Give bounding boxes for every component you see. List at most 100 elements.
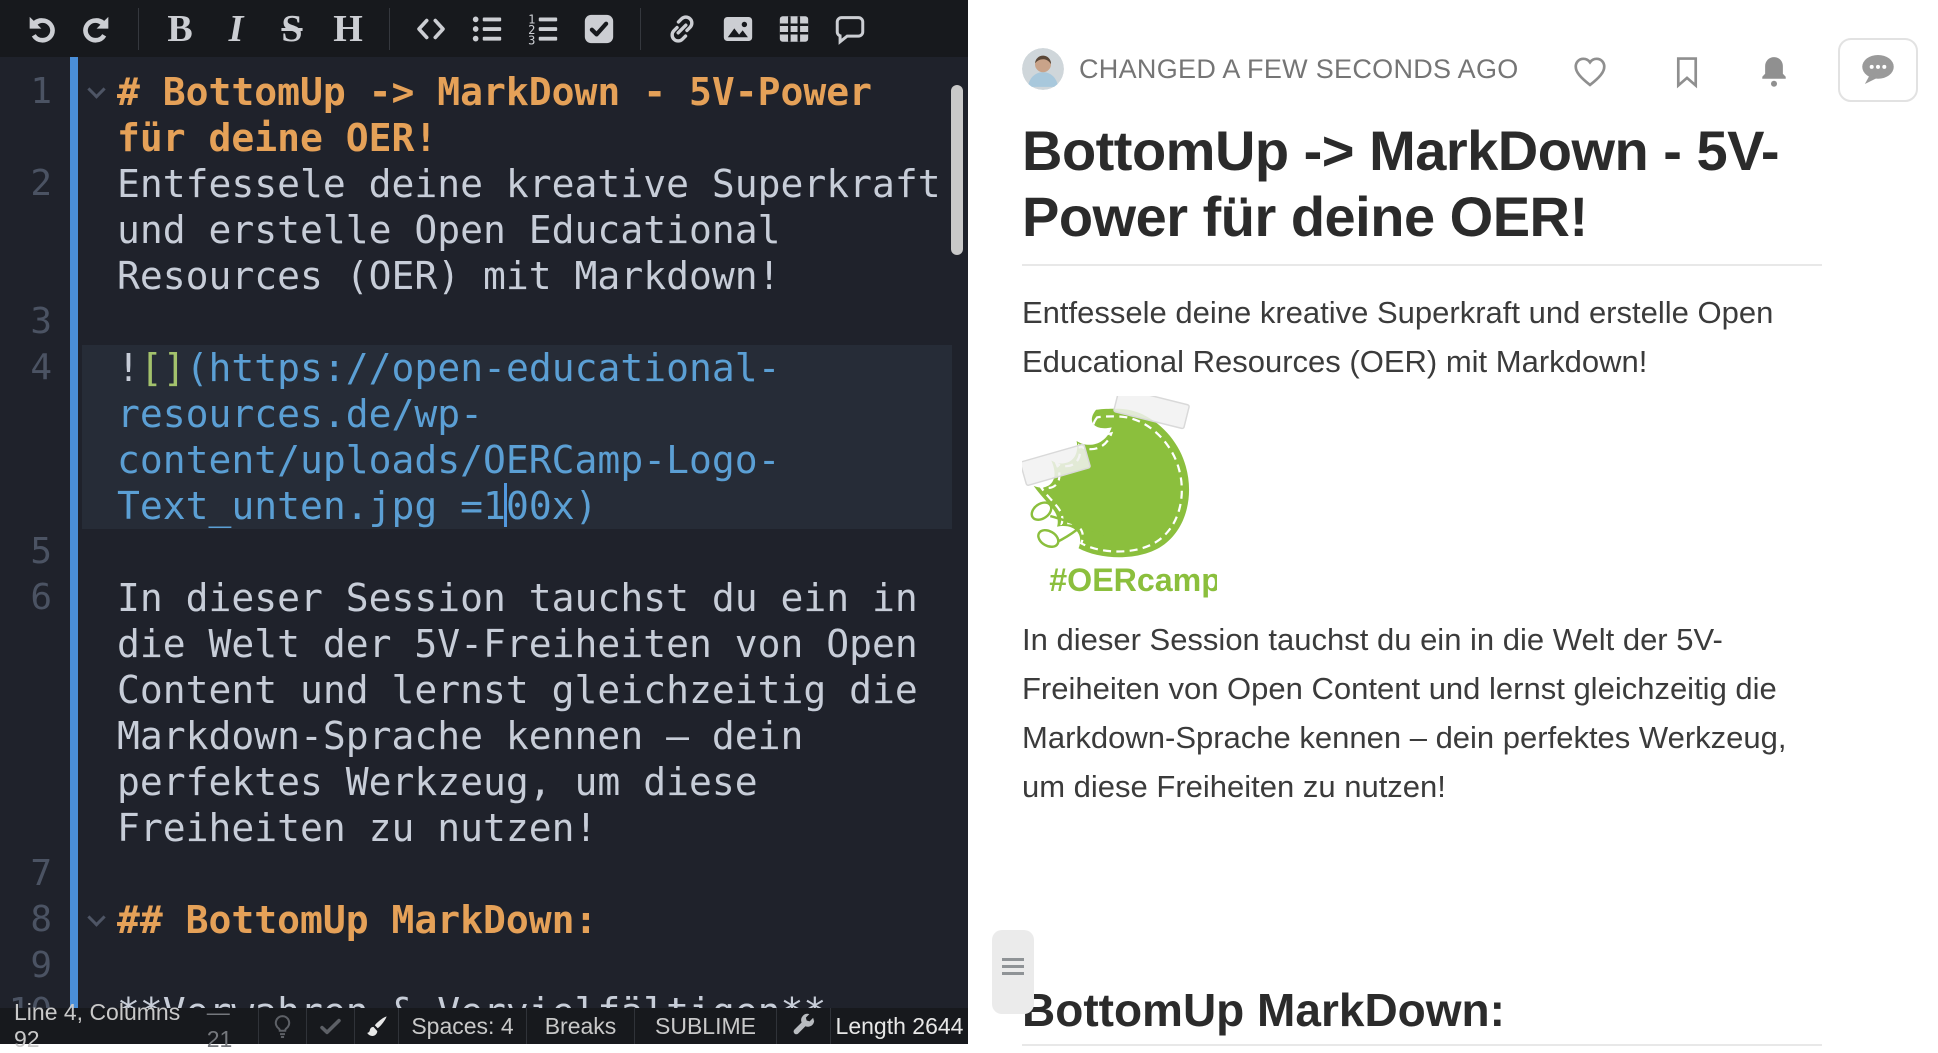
toolbar-group [0, 8, 138, 50]
cursor-position: Line 4, Columns 92— 21 [0, 1008, 258, 1044]
preview-pane: CHANGED A FEW SECONDS AGO BottomUp -> Ma… [968, 0, 1938, 1044]
editor-line-9: 9 [0, 943, 968, 989]
svg-text:3: 3 [528, 33, 535, 45]
line-number: 7 [0, 851, 52, 897]
editor-line-8: 8## BottomUp MarkDown: [0, 897, 968, 943]
code-text[interactable]: ## BottomUp MarkDown: [117, 897, 947, 943]
avatar [1022, 48, 1064, 90]
check-square-icon [582, 12, 616, 46]
pane-resize-handle[interactable] [992, 930, 1034, 1014]
editor-line-3: 3 [0, 299, 968, 345]
lightbulb-icon [269, 1013, 296, 1040]
redo-icon [80, 12, 114, 46]
bookmark-icon [1668, 53, 1706, 91]
redo-button[interactable] [74, 6, 120, 52]
bookmark-button[interactable] [1668, 53, 1706, 91]
heading-button[interactable]: H [325, 6, 371, 52]
logo-caption: #OERcamp [1049, 562, 1217, 598]
linebreak-setting-label: Breaks [545, 1013, 617, 1040]
italic-button[interactable]: I [213, 6, 259, 52]
italic-icon: I [229, 10, 244, 48]
bold-icon: B [167, 10, 192, 48]
preview-header: CHANGED A FEW SECONDS AGO [1022, 48, 1519, 90]
editor-lines: 1 # BottomUp -> MarkDown - 5V-Power für d… [0, 57, 968, 1008]
line-number: 6 [0, 575, 52, 621]
check-icon [317, 1013, 344, 1040]
preview-paragraph-2: In dieser Session tauchst du ein in die … [1022, 615, 1822, 811]
toolbar-group [640, 8, 891, 50]
editor-line-2: 2 Entfessele deine kreative Superkraft un… [0, 161, 968, 299]
check-square-button[interactable] [576, 6, 622, 52]
fold-chevron-icon[interactable] [87, 908, 105, 926]
toolbar-group: BISH [138, 8, 389, 50]
line-number: 3 [0, 299, 52, 345]
editor-line-4: 4![](https://open-educational-resources.… [0, 345, 968, 529]
code-text[interactable]: # BottomUp -> MarkDown - 5V-Power für de… [117, 69, 947, 161]
status-bar: Line 4, Columns 92— 21 Spaces: 4 Breaks SUB… [0, 1008, 968, 1044]
comment-icon [833, 12, 867, 46]
brush-icon [363, 1013, 390, 1040]
night-mode-lightbulb-icon[interactable] [258, 1008, 306, 1044]
table-button[interactable] [771, 6, 817, 52]
editor-scrollbar-thumb[interactable] [951, 85, 963, 255]
link-button[interactable] [659, 6, 705, 52]
code-text[interactable]: ![](https://open-educational-resources.d… [117, 345, 947, 529]
code-text[interactable]: In dieser Session tauchst du ein in die … [117, 575, 947, 851]
image-button[interactable] [715, 6, 761, 52]
doc-length-label: Length 2644 [836, 1013, 964, 1040]
keymap-setting[interactable]: SUBLIME [634, 1008, 776, 1044]
comment-bubble-icon [1857, 49, 1899, 91]
indent-setting[interactable]: Spaces: 4 [398, 1008, 526, 1044]
editor-line-1: 1 # BottomUp -> MarkDown - 5V-Power für d… [0, 69, 968, 161]
strikethrough-icon: S [281, 10, 302, 48]
code-text[interactable]: Entfessele deine kreative Superkraft und… [117, 161, 947, 299]
keymap-setting-label: SUBLIME [655, 1013, 756, 1040]
preview-title: BottomUp -> MarkDown - 5V-Power für dein… [1022, 118, 1822, 250]
line-number: 5 [0, 529, 52, 575]
oercamp-logo-image: #OERcamp [1022, 396, 1217, 601]
editor-line-7: 7 [0, 851, 968, 897]
editor-line-6: 6 In dieser Session tauchst du ein in die… [0, 575, 968, 851]
comment-button[interactable] [827, 6, 873, 52]
subheading-divider [1022, 1044, 1822, 1046]
comments-button[interactable] [1838, 38, 1918, 102]
bold-button[interactable]: B [157, 6, 203, 52]
code-button[interactable] [408, 6, 454, 52]
preview-body: BottomUp -> MarkDown - 5V-Power für dein… [968, 0, 1938, 1046]
wrench-icon [790, 1013, 817, 1040]
undo-button[interactable] [18, 6, 64, 52]
bell-icon [1755, 53, 1793, 91]
line-number: 9 [0, 943, 52, 989]
ordered-list-button[interactable]: 123 [520, 6, 566, 52]
notifications-bell-button[interactable] [1755, 53, 1793, 91]
preview-paragraph-1: Entfessele deine kreative Superkraft und… [1022, 288, 1822, 386]
link-icon [665, 12, 699, 46]
undo-icon [24, 12, 58, 46]
unordered-list-icon [470, 12, 504, 46]
favorite-heart-button[interactable] [1571, 52, 1609, 90]
editor-pane: BISH 123 1 # BottomUp -> MarkDown - 5V-Pow… [0, 0, 968, 1044]
preferences-wrench-icon[interactable] [776, 1008, 830, 1044]
doc-length: Length 2644 [830, 1008, 968, 1044]
hamburger-icon [992, 958, 1034, 975]
line-number: 2 [0, 161, 52, 207]
title-divider [1022, 264, 1822, 266]
fold-chevron-icon[interactable] [87, 80, 105, 98]
toolbar-group: 123 [389, 8, 640, 50]
editor-line-5: 5 [0, 529, 968, 575]
line-number: 1 [0, 69, 52, 115]
unordered-list-button[interactable] [464, 6, 510, 52]
toolbar: BISH 123 [0, 0, 968, 57]
indent-setting-label: Spaces: 4 [411, 1013, 513, 1040]
linebreak-setting[interactable]: Breaks [526, 1008, 634, 1044]
heart-icon [1571, 52, 1609, 90]
theme-brush-icon[interactable] [354, 1008, 398, 1044]
ordered-list-icon: 123 [526, 12, 560, 46]
spellcheck-check-icon[interactable] [306, 1008, 354, 1044]
markdown-editor-app: BISH 123 1 # BottomUp -> MarkDown - 5V-Pow… [0, 0, 1938, 1044]
table-icon [777, 12, 811, 46]
cursor-position-label: Line 4, Columns 92 [14, 999, 199, 1053]
strikethrough-button[interactable]: S [269, 6, 315, 52]
code-area[interactable]: 1 # BottomUp -> MarkDown - 5V-Power für d… [0, 57, 968, 1008]
image-icon [721, 12, 755, 46]
